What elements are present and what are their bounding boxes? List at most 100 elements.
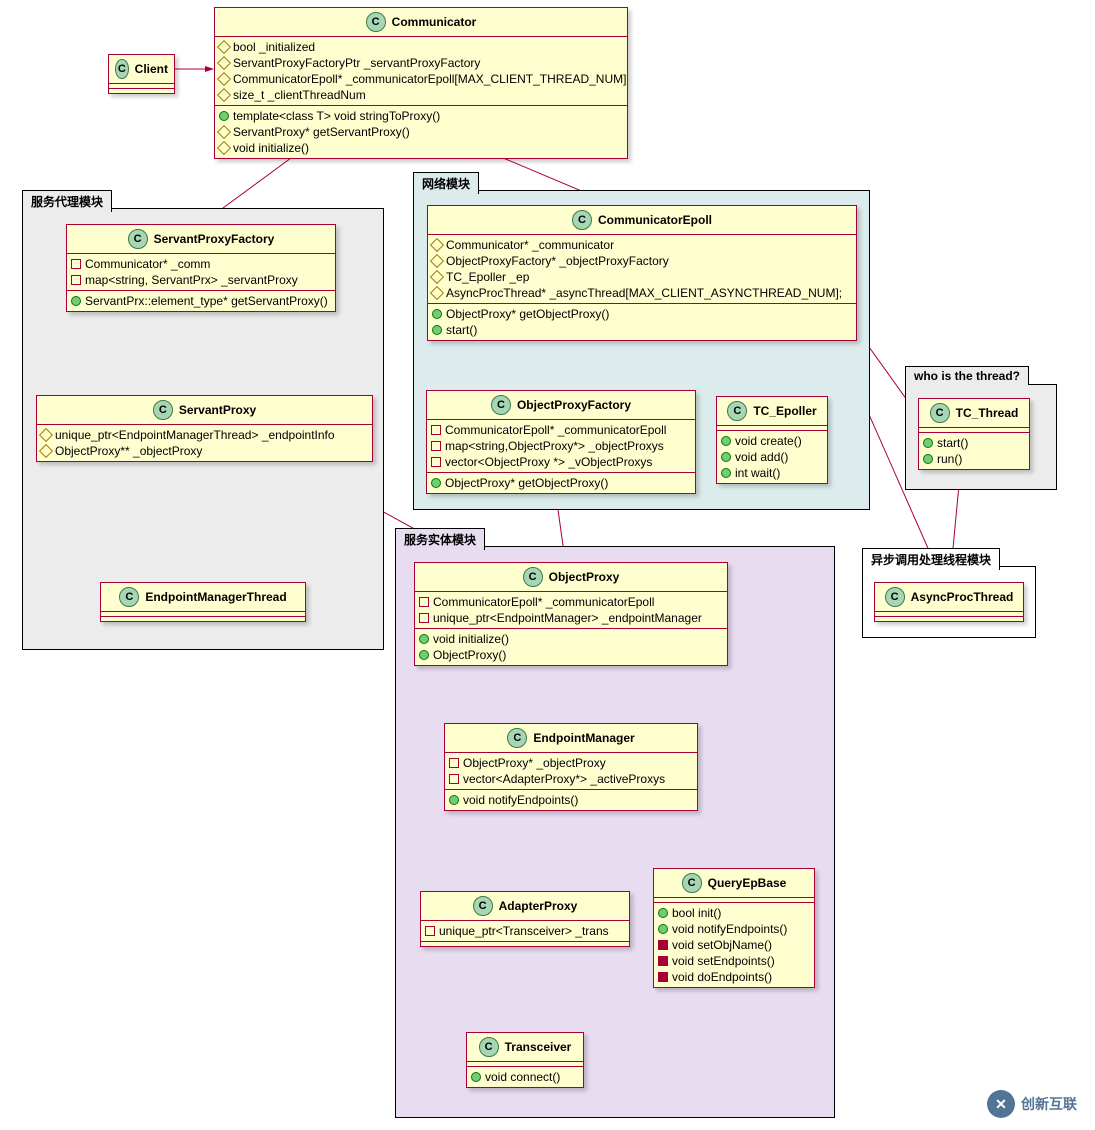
package-label: who is the thread? — [905, 366, 1029, 385]
visibility-package-icon — [39, 444, 53, 458]
visibility-private-icon — [425, 926, 435, 936]
class-client: C Client — [108, 54, 175, 94]
method-row: bool init() — [658, 905, 810, 921]
visibility-package-icon — [217, 88, 231, 102]
method-row: void doEndpoints() — [658, 969, 810, 985]
class-header: C CommunicatorEpoll — [428, 206, 856, 235]
class-header: C TC_Thread — [919, 399, 1029, 428]
method-row: ServantProxy* getServantProxy() — [219, 124, 623, 140]
class-header: C TC_Epoller — [717, 397, 827, 426]
fields-section: ObjectProxy* _objectProxy vector<Adapter… — [445, 753, 697, 790]
visibility-private-icon — [71, 259, 81, 269]
class-header: C Transceiver — [467, 1033, 583, 1062]
method-row: run() — [923, 451, 1025, 467]
class-title: ServantProxy — [179, 403, 256, 417]
empty-section — [875, 617, 1023, 621]
methods-section: template<class T> void stringToProxy() S… — [215, 106, 627, 158]
field-row: vector<ObjectProxy *> _vObjectProxys — [431, 454, 691, 470]
class-header: C AsyncProcThread — [875, 583, 1023, 612]
method-row: void initialize() — [219, 140, 623, 156]
visibility-package-icon — [217, 56, 231, 70]
class-title: AsyncProcThread — [911, 590, 1014, 604]
methods-section: ServantPrx::element_type* getServantProx… — [67, 291, 335, 311]
visibility-package-icon — [217, 141, 231, 155]
visibility-public-icon — [419, 634, 429, 644]
field-row: size_t _clientThreadNum — [219, 87, 623, 103]
class-icon: C — [366, 12, 386, 32]
field-row: map<string, ServantPrx> _servantProxy — [71, 272, 331, 288]
field-row: ObjectProxy* _objectProxy — [449, 755, 693, 771]
methods-section: ObjectProxy* getObjectProxy() — [427, 473, 695, 493]
method-row: void initialize() — [419, 631, 723, 647]
visibility-private-icon — [431, 441, 441, 451]
method-row: start() — [432, 322, 852, 338]
class-adapter-proxy: C AdapterProxy unique_ptr<Transceiver> _… — [420, 891, 630, 947]
package-label: 异步调用处理线程模块 — [862, 548, 1000, 570]
class-title: EndpointManagerThread — [145, 590, 286, 604]
class-icon: C — [115, 59, 129, 79]
visibility-public-icon — [658, 908, 668, 918]
method-row: void setEndpoints() — [658, 953, 810, 969]
class-header: C Client — [109, 55, 174, 84]
visibility-package-icon — [217, 125, 231, 139]
field-row: bool _initialized — [219, 39, 623, 55]
class-header: C AdapterProxy — [421, 892, 629, 921]
visibility-public-icon — [471, 1072, 481, 1082]
class-title: ServantProxyFactory — [154, 232, 275, 246]
method-row: start() — [923, 435, 1025, 451]
visibility-package-icon — [430, 254, 444, 268]
class-title: CommunicatorEpoll — [598, 213, 712, 227]
visibility-public-icon — [71, 296, 81, 306]
class-title: QueryEpBase — [708, 876, 787, 890]
visibility-public-icon — [658, 924, 668, 934]
class-icon: C — [128, 229, 148, 249]
method-row: int wait() — [721, 465, 823, 481]
visibility-private-icon — [419, 597, 429, 607]
visibility-package-icon — [217, 72, 231, 86]
visibility-public-icon — [721, 452, 731, 462]
fields-section: unique_ptr<Transceiver> _trans — [421, 921, 629, 942]
field-row: ServantProxyFactoryPtr _servantProxyFact… — [219, 55, 623, 71]
visibility-private-icon — [658, 940, 668, 950]
class-icon: C — [727, 401, 747, 421]
package-label: 服务代理模块 — [22, 190, 112, 212]
visibility-private-icon — [431, 457, 441, 467]
class-icon: C — [523, 567, 543, 587]
class-icon: C — [682, 873, 702, 893]
watermark-text: 创新互联 — [1021, 1094, 1077, 1114]
fields-section: Communicator* _communicator ObjectProxyF… — [428, 235, 856, 304]
visibility-public-icon — [721, 468, 731, 478]
class-header: C ObjectProxy — [415, 563, 727, 592]
field-row: unique_ptr<EndpointManagerThread> _endpo… — [41, 427, 368, 443]
empty-section — [109, 89, 174, 93]
visibility-package-icon — [217, 40, 231, 54]
class-icon: C — [473, 896, 493, 916]
class-icon: C — [885, 587, 905, 607]
visibility-public-icon — [721, 436, 731, 446]
class-icon: C — [153, 400, 173, 420]
class-query-ep-base: C QueryEpBase bool init() void notifyEnd… — [653, 868, 815, 988]
class-icon: C — [479, 1037, 499, 1057]
visibility-public-icon — [449, 795, 459, 805]
class-title: TC_Thread — [956, 406, 1019, 420]
method-row: void connect() — [471, 1069, 579, 1085]
field-row: Communicator* _communicator — [432, 237, 852, 253]
field-row: ObjectProxyFactory* _objectProxyFactory — [432, 253, 852, 269]
class-communicator: C Communicator bool _initialized Servant… — [214, 7, 628, 159]
class-servant-proxy-factory: C ServantProxyFactory Communicator* _com… — [66, 224, 336, 312]
method-row: void notifyEndpoints() — [658, 921, 810, 937]
methods-section: void notifyEndpoints() — [445, 790, 697, 810]
class-header: C ServantProxy — [37, 396, 372, 425]
field-row: ObjectProxy** _objectProxy — [41, 443, 368, 459]
class-title: ObjectProxyFactory — [517, 398, 631, 412]
field-row: map<string,ObjectProxy*> _objectProxys — [431, 438, 691, 454]
method-row: void setObjName() — [658, 937, 810, 953]
field-row: CommunicatorEpoll* _communicatorEpoll — [419, 594, 723, 610]
class-title: ObjectProxy — [549, 570, 620, 584]
visibility-public-icon — [432, 309, 442, 319]
method-row: void notifyEndpoints() — [449, 792, 693, 808]
field-row: AsyncProcThread* _asyncThread[MAX_CLIENT… — [432, 285, 852, 301]
field-row: CommunicatorEpoll* _communicatorEpoll — [431, 422, 691, 438]
field-row: TC_Epoller _ep — [432, 269, 852, 285]
visibility-private-icon — [449, 758, 459, 768]
